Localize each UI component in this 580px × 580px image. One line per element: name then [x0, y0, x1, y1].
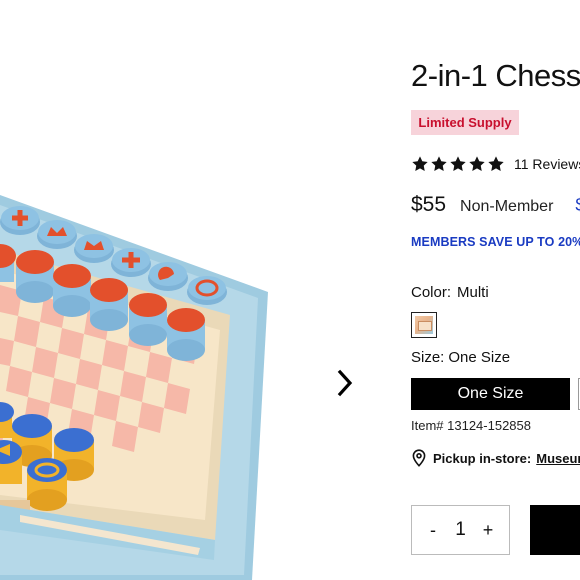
price-row: $55 Non-Member $ — [411, 193, 580, 217]
quantity-decrease-button[interactable]: - — [426, 520, 440, 541]
gallery-next-button[interactable] — [330, 366, 360, 400]
member-price: $ — [575, 195, 580, 216]
swatch-thumbnail — [415, 316, 433, 334]
star-rating — [411, 155, 506, 173]
size-label: Size: — [411, 349, 445, 366]
star-icon — [412, 156, 428, 171]
size-selector-label: Size: One Size — [411, 349, 510, 366]
color-label: Color: — [411, 284, 452, 301]
non-member-label: Non-Member — [460, 198, 554, 215]
non-member-price: $55 — [411, 193, 447, 216]
size-value: One Size — [448, 349, 511, 366]
color-swatch-multi[interactable] — [411, 312, 437, 338]
quantity-value[interactable]: 1 — [455, 519, 466, 541]
members-save-link[interactable]: MEMBERS SAVE UP TO 20% — [411, 235, 580, 249]
chevron-right-icon — [337, 369, 353, 397]
product-title: 2-in-1 Chess — [411, 58, 580, 93]
pickup-label: Pickup in-store: — [433, 450, 532, 466]
location-pin-icon — [412, 449, 426, 467]
star-icon — [431, 156, 447, 171]
item-number: Item# 13124-152858 — [411, 418, 531, 433]
pickup-in-store: Pickup in-store: Museum — [411, 449, 580, 467]
star-icon — [450, 156, 466, 171]
pickup-store-link[interactable]: Museum — [536, 451, 580, 466]
star-icon — [488, 156, 504, 171]
color-value: Multi — [457, 284, 489, 301]
product-gallery — [0, 0, 380, 580]
product-rating[interactable]: 11 Reviews — [411, 155, 580, 173]
reviews-link[interactable]: 11 Reviews — [514, 156, 580, 172]
add-to-cart-button[interactable] — [530, 505, 580, 555]
limited-supply-badge: Limited Supply — [411, 110, 519, 135]
quantity-increase-button[interactable]: + — [481, 520, 495, 541]
size-option-one-size[interactable]: One Size — [411, 378, 570, 410]
product-image — [0, 195, 268, 580]
star-icon — [469, 156, 485, 171]
color-selector-label: Color: Multi — [411, 284, 489, 301]
quantity-stepper: - 1 + — [411, 505, 510, 555]
